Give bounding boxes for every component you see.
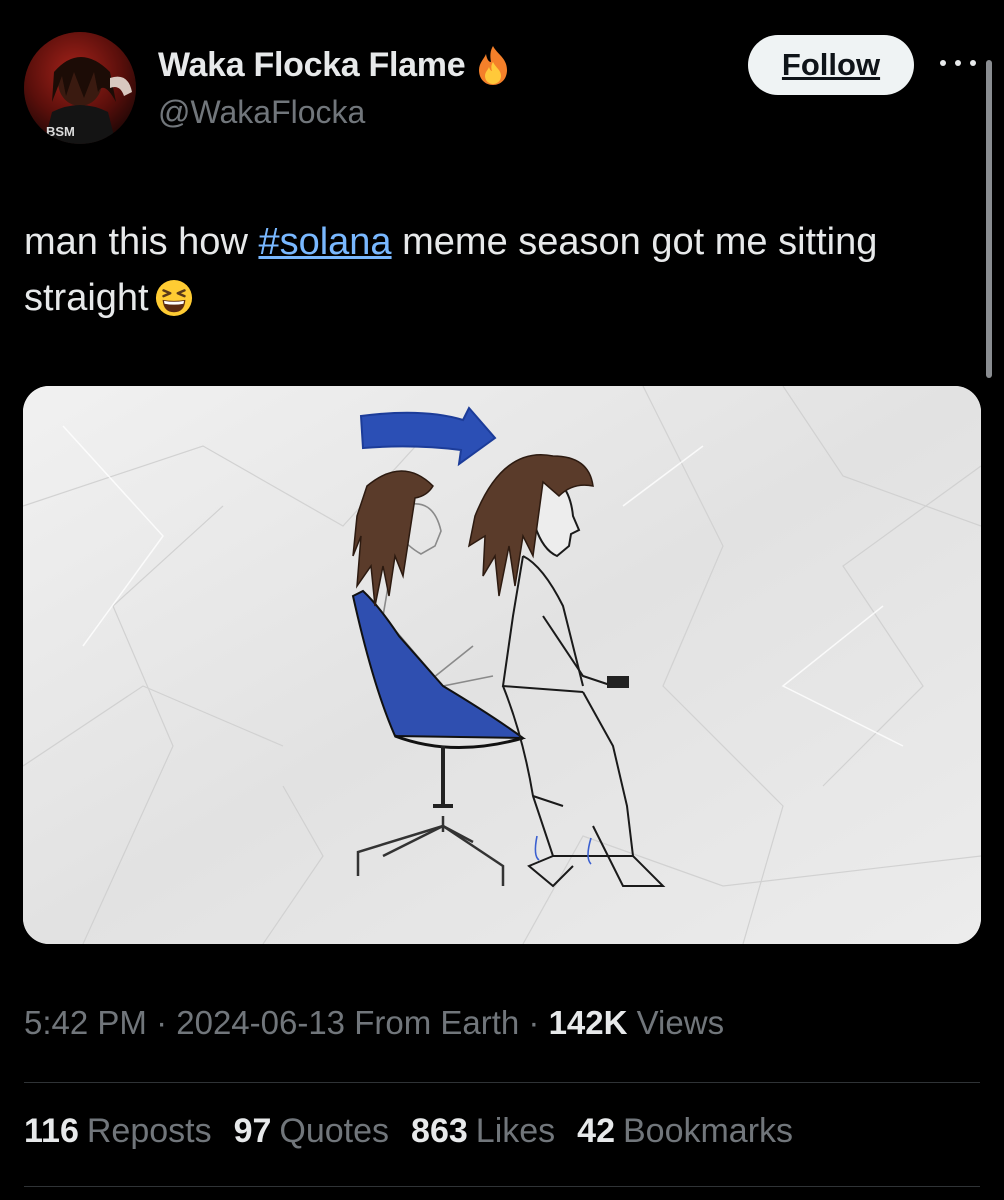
engagement-stats: 116 Reposts 97 Quotes 863 Likes 42 Bookmarks xyxy=(24,1112,793,1151)
meta-separator: · xyxy=(519,1004,549,1041)
divider xyxy=(24,1082,980,1083)
tweet-date[interactable]: 2024-06-13 xyxy=(176,1004,345,1041)
views-count: 142K xyxy=(548,1004,628,1041)
avatar[interactable]: BSM xyxy=(24,32,136,144)
quotes-stat[interactable]: 97 Quotes xyxy=(234,1112,389,1151)
tweet-time[interactable]: 5:42 PM xyxy=(24,1004,147,1041)
hashtag-link[interactable]: #solana xyxy=(258,221,391,263)
tweet-text-start: man this how xyxy=(24,221,259,263)
follow-button[interactable]: Follow xyxy=(748,35,914,95)
bookmarks-stat[interactable]: 42 Bookmarks xyxy=(577,1112,793,1151)
likes-stat[interactable]: 863 Likes xyxy=(411,1112,555,1151)
avatar-badge-text: BSM xyxy=(46,124,75,139)
grinning-squinting-face-icon xyxy=(155,279,192,317)
fire-icon xyxy=(479,46,508,85)
meta-separator: · xyxy=(146,1004,177,1041)
likes-label: Likes xyxy=(475,1112,556,1150)
tweet-location: From Earth xyxy=(345,1004,520,1041)
meme-drawing xyxy=(23,386,981,944)
scrollbar[interactable] xyxy=(986,60,992,378)
quotes-count: 97 xyxy=(233,1112,272,1150)
tweet-media-image[interactable] xyxy=(23,386,981,944)
more-icon[interactable] xyxy=(934,44,982,80)
reposts-label: Reposts xyxy=(86,1112,212,1150)
bookmarks-count: 42 xyxy=(577,1112,615,1150)
user-handle[interactable]: @WakaFlocka xyxy=(158,94,365,131)
likes-count: 863 xyxy=(411,1112,468,1150)
tweet-meta: 5:42 PM · 2024-06-13 From Earth · 142K V… xyxy=(24,1004,724,1042)
display-name: Waka Flocka Flame xyxy=(158,45,466,84)
views-label: Views xyxy=(627,1004,725,1041)
divider xyxy=(24,1186,980,1187)
tweet-text: man this how #solana meme season got me … xyxy=(24,214,964,326)
reposts-stat[interactable]: 116 Reposts xyxy=(24,1112,212,1151)
avatar-image: BSM xyxy=(24,32,136,144)
reposts-count: 116 xyxy=(24,1112,79,1150)
bookmarks-label: Bookmarks xyxy=(622,1112,794,1150)
quotes-label: Quotes xyxy=(279,1112,390,1150)
user-name-row[interactable]: Waka Flocka Flame xyxy=(158,44,511,86)
